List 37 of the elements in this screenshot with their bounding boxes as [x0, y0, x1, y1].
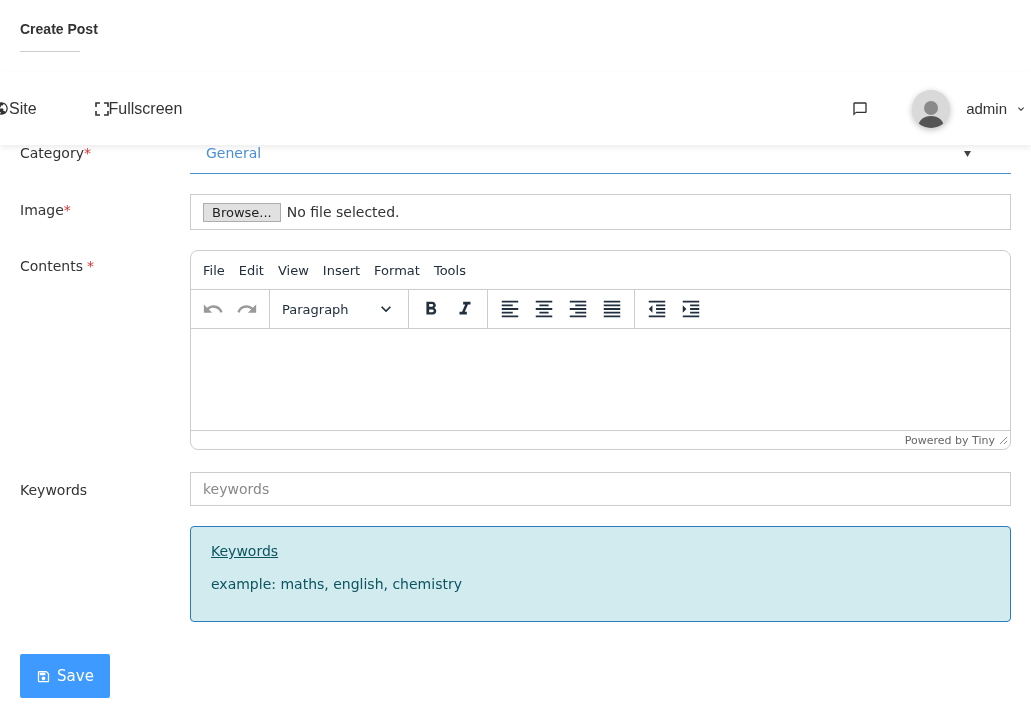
nav-link[interactable]: Site: [0, 99, 37, 118]
hint-text: example: maths, english, chemistry: [211, 576, 463, 592]
field-label: Keywords: [20, 481, 89, 500]
save-icon: [36, 668, 52, 684]
align-left-icon: [499, 298, 521, 320]
page-title: Create Post: [20, 20, 99, 37]
field-label: Contents *: [20, 257, 95, 276]
field-label: Image*: [20, 201, 72, 220]
outdent-icon: [646, 298, 668, 320]
dropdown-icon: [964, 151, 971, 157]
user-menu[interactable]: admin: [966, 100, 1027, 117]
required-mark: *: [63, 202, 71, 218]
required-mark: *: [87, 258, 94, 274]
hint-title: Keywords: [211, 543, 279, 559]
menu-item[interactable]: Edit: [232, 258, 270, 282]
field-label: Category*: [20, 145, 92, 163]
browse-button[interactable]: Browse...: [203, 202, 281, 222]
block-format-select[interactable]: Paragraph: [276, 299, 402, 319]
align-center-icon: [533, 298, 555, 320]
file-status: No file selected.: [286, 204, 400, 220]
nav-link[interactable]: Fullscreen: [94, 99, 183, 118]
keywords-field[interactable]: keywords: [190, 472, 1011, 506]
powered-by-text: Powered by Tiny: [904, 433, 995, 447]
menu-item[interactable]: View: [271, 258, 315, 282]
align-right-icon: [567, 298, 589, 320]
resize-handle-icon[interactable]: [999, 435, 1008, 445]
avatar[interactable]: [912, 89, 951, 128]
file-field[interactable]: Browse... No file selected.: [190, 194, 1011, 230]
menu-item[interactable]: Tools: [427, 258, 472, 282]
menu-item[interactable]: Format: [368, 258, 426, 282]
indent-icon: [680, 298, 702, 320]
fullscreen-icon: [94, 101, 109, 116]
menu-item[interactable]: File: [197, 258, 231, 282]
menu-item[interactable]: Insert: [316, 258, 367, 282]
chat-icon[interactable]: [852, 100, 869, 117]
required-mark: *: [83, 145, 91, 161]
justify-icon: [601, 298, 623, 320]
